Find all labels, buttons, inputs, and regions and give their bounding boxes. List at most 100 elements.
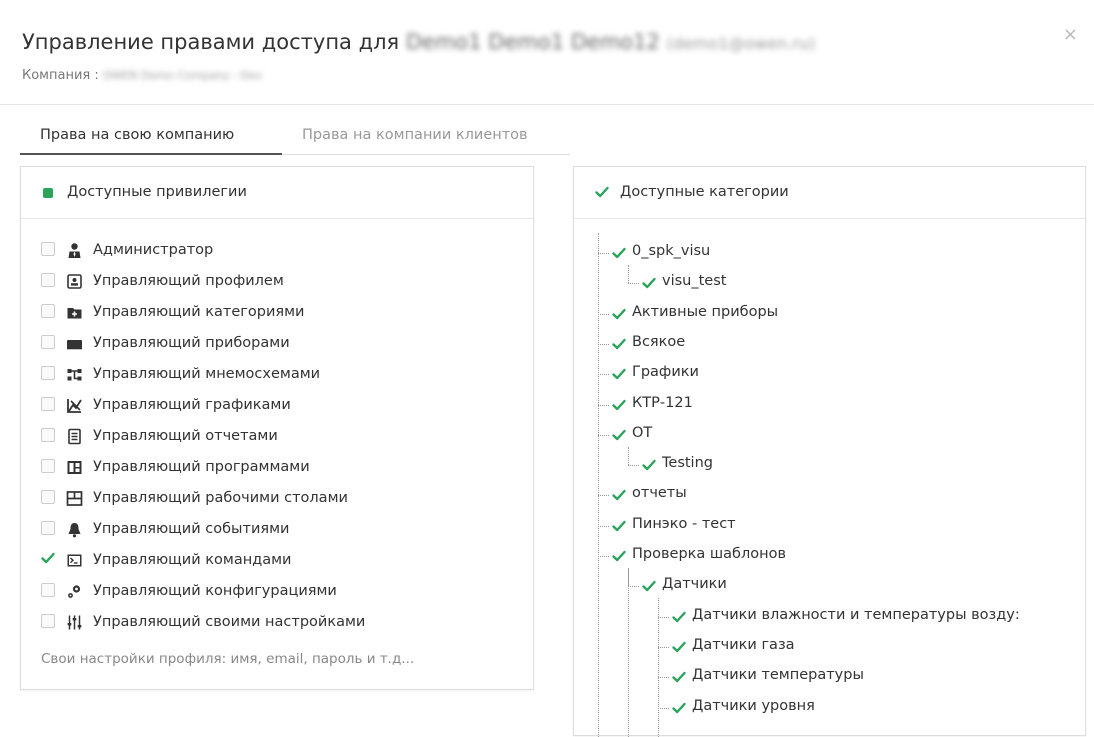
active-tab-indicator xyxy=(20,153,282,155)
category-checkbox[interactable] xyxy=(611,548,627,564)
privilege-checkbox[interactable] xyxy=(41,614,55,628)
tree-connector xyxy=(658,616,669,618)
tree-connector xyxy=(628,283,639,285)
dialog-title-user-name: Demo1 Demo1 Demo12 xyxy=(405,30,660,54)
privilege-label: Управляющий отчетами xyxy=(93,428,278,444)
category-checkbox[interactable] xyxy=(611,306,627,322)
chart-icon xyxy=(67,399,82,413)
category-label[interactable]: Проверка шаблонов xyxy=(632,546,786,562)
privilege-row[interactable]: Управляющий конфигурациями xyxy=(21,576,535,606)
privilege-checkbox[interactable] xyxy=(41,366,55,380)
category-label[interactable]: Графики xyxy=(632,364,699,380)
category-checkbox[interactable] xyxy=(671,609,687,625)
category-checkbox[interactable] xyxy=(671,669,687,685)
company-line: Компания : OWEN Demo Company : Dev xyxy=(22,68,262,83)
category-label[interactable]: Testing xyxy=(662,455,713,471)
category-label[interactable]: visu_test xyxy=(662,273,726,289)
tree-connector xyxy=(628,586,639,588)
category-checkbox[interactable] xyxy=(671,700,687,716)
privilege-checkbox[interactable] xyxy=(41,335,55,349)
category-label[interactable]: Датчики газа xyxy=(692,637,795,653)
privilege-label: Управляющий событиями xyxy=(93,521,290,537)
category-checkbox[interactable] xyxy=(641,457,657,473)
privilege-checkbox[interactable] xyxy=(41,242,55,256)
tree-connector xyxy=(598,525,609,527)
tab-client-companies[interactable]: Права на компании клиентов xyxy=(302,127,528,143)
privilege-row[interactable]: Управляющий отчетами xyxy=(21,421,535,451)
program-icon xyxy=(67,461,82,474)
sliders-icon xyxy=(67,615,82,630)
privileges-header-label: Доступные привилегии xyxy=(67,184,247,200)
category-label[interactable]: Датчики уровня xyxy=(692,698,815,714)
privilege-checkbox[interactable] xyxy=(41,459,55,473)
tree-connector xyxy=(598,343,609,345)
category-checkbox[interactable] xyxy=(611,336,627,352)
category-label[interactable]: Пинэко - тест xyxy=(632,516,736,532)
admin-user-icon xyxy=(68,243,81,258)
category-checkbox[interactable] xyxy=(611,518,627,534)
privileges-panel-header: Доступные привилегии xyxy=(21,167,533,219)
tree-connector xyxy=(628,446,629,466)
tabs-bar: Права на свою компанию Права на компании… xyxy=(20,120,570,155)
privileges-hint: Свои настройки профиля: имя, email, паро… xyxy=(41,651,415,667)
privilege-row[interactable]: Управляющий программами xyxy=(21,452,535,482)
privileges-panel: Доступные привилегии Администратор Управл… xyxy=(20,166,534,690)
privilege-row[interactable]: Управляющий профилем xyxy=(21,266,535,296)
category-label[interactable]: КТР-121 xyxy=(632,395,693,411)
category-checkbox[interactable] xyxy=(611,427,627,443)
privilege-checkbox[interactable] xyxy=(40,550,56,566)
privilege-label: Управляющий программами xyxy=(93,459,310,475)
tree-connector xyxy=(628,568,629,737)
tree-connector xyxy=(628,465,639,467)
privilege-row[interactable]: Управляющий приборами xyxy=(21,328,535,358)
privilege-row[interactable]: Управляющий событиями xyxy=(21,514,535,544)
tab-own-company[interactable]: Права на свою компанию xyxy=(40,127,234,143)
dialog-header: Управление правами доступа для Demo1 Dem… xyxy=(0,0,1094,105)
folder-plus-icon xyxy=(67,308,82,319)
category-label[interactable]: Датчики влажности и температуры возду: xyxy=(692,607,1020,623)
close-icon[interactable]: × xyxy=(1063,24,1078,45)
categories-all-checkbox[interactable] xyxy=(594,184,610,200)
privilege-row[interactable]: Управляющий командами xyxy=(21,545,535,575)
privilege-label: Управляющий своими настройками xyxy=(93,614,366,630)
tree-connector xyxy=(598,374,609,376)
privilege-label: Управляющий приборами xyxy=(93,335,290,351)
privilege-checkbox[interactable] xyxy=(41,304,55,318)
category-checkbox[interactable] xyxy=(671,639,687,655)
privilege-row[interactable]: Управляющий категориями xyxy=(21,297,535,327)
category-checkbox[interactable] xyxy=(611,487,627,503)
category-label[interactable]: ОТ xyxy=(632,425,652,441)
privilege-checkbox[interactable] xyxy=(41,490,55,504)
privilege-row[interactable]: Администратор xyxy=(21,235,535,265)
tree-connector xyxy=(598,404,609,406)
category-label[interactable]: Датчики xyxy=(662,576,727,592)
privileges-indeterminate-checkbox[interactable] xyxy=(43,188,53,198)
category-checkbox[interactable] xyxy=(611,245,627,261)
category-label[interactable]: отчеты xyxy=(632,485,687,501)
privilege-checkbox[interactable] xyxy=(41,583,55,597)
privilege-checkbox[interactable] xyxy=(41,428,55,442)
tree-connector xyxy=(598,233,599,737)
privilege-checkbox[interactable] xyxy=(41,521,55,535)
dialog-title: Управление правами доступа для Demo1 Dem… xyxy=(22,30,815,54)
categories-panel-header: Доступные категории xyxy=(574,167,1085,219)
privilege-label: Управляющий мнемосхемами xyxy=(93,366,321,382)
category-checkbox[interactable] xyxy=(611,366,627,382)
privilege-row[interactable]: Управляющий мнемосхемами xyxy=(21,359,535,389)
privilege-row[interactable]: Управляющий своими настройками xyxy=(21,607,535,637)
report-icon xyxy=(68,428,81,445)
category-checkbox[interactable] xyxy=(641,578,657,594)
privilege-row[interactable]: Управляющий графиками xyxy=(21,390,535,420)
category-checkbox[interactable] xyxy=(641,275,657,291)
category-checkbox[interactable] xyxy=(611,397,627,413)
category-label[interactable]: 0_spk_visu xyxy=(632,243,710,259)
category-label[interactable]: Активные приборы xyxy=(632,304,778,320)
privilege-label: Управляющий профилем xyxy=(93,273,284,289)
category-label[interactable]: Всякое xyxy=(632,334,685,350)
privilege-checkbox[interactable] xyxy=(41,397,55,411)
tree-connector xyxy=(598,556,609,557)
category-label[interactable]: Датчики температуры xyxy=(692,667,864,683)
privilege-row[interactable]: Управляющий рабочими столами xyxy=(21,483,535,513)
privilege-checkbox[interactable] xyxy=(41,273,55,287)
device-icon xyxy=(67,340,82,350)
